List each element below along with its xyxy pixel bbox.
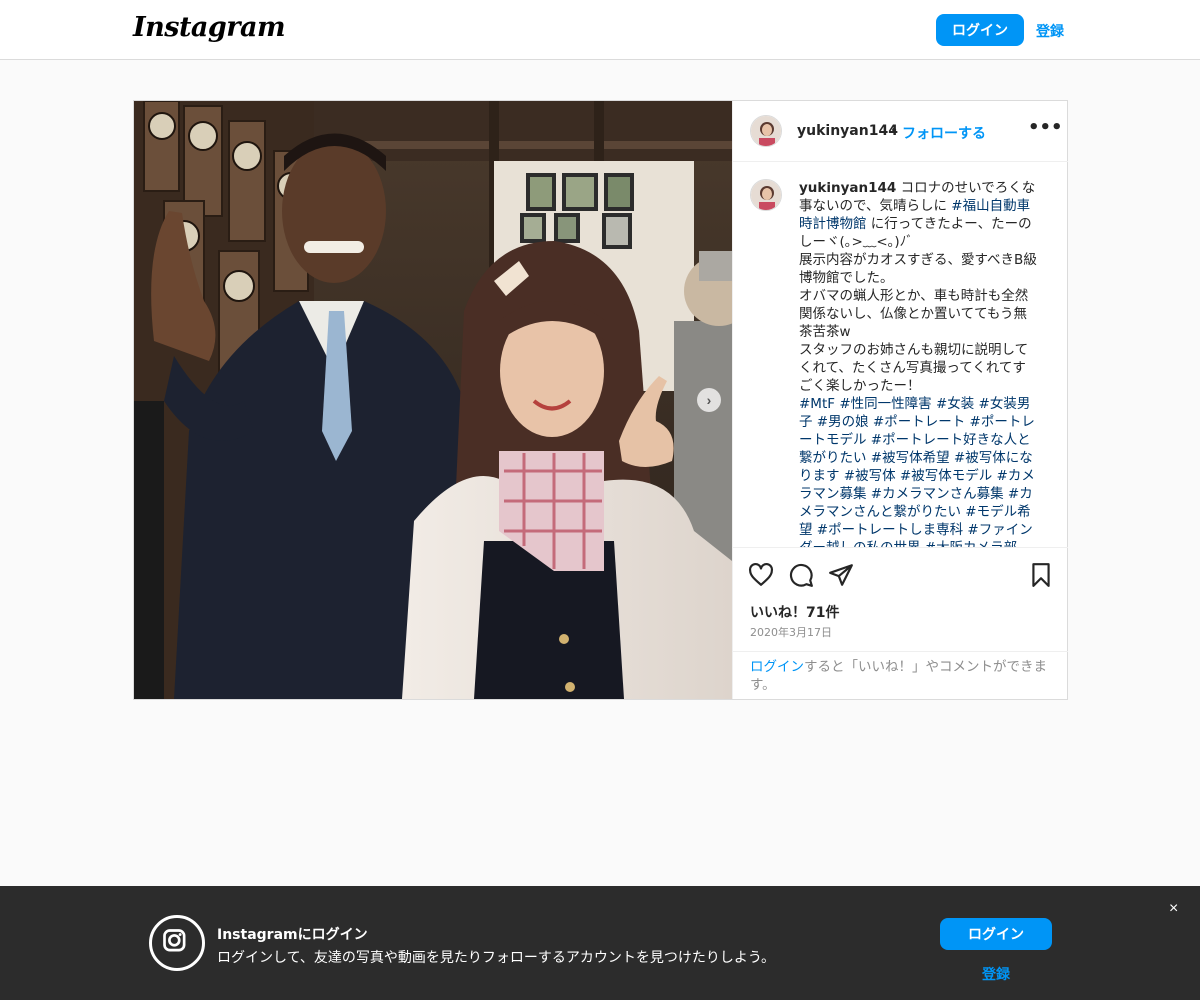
like-count[interactable]: いいね！71件 <box>750 602 839 622</box>
close-icon[interactable]: × <box>1169 900 1178 918</box>
next-photo-button[interactable]: › <box>697 388 721 412</box>
post-photo[interactable]: › <box>134 101 732 699</box>
hashtag-link[interactable]: #女装 <box>936 396 974 412</box>
avatar[interactable] <box>750 115 782 147</box>
nav-signup-link[interactable]: 登録 <box>1036 21 1064 41</box>
hashtag-link[interactable]: #性同一性障害 <box>839 396 931 412</box>
hashtag-link[interactable]: #ポートレートしま専科 <box>817 522 963 538</box>
login-hint-link[interactable]: ログイン <box>750 659 804 675</box>
follow-button[interactable]: フォローする <box>902 123 986 143</box>
top-nav: Instagram ログイン 登録 <box>0 0 1200 60</box>
instagram-logo[interactable]: Instagram <box>133 12 286 43</box>
avatar-image <box>751 180 781 210</box>
comment-icon[interactable] <box>788 562 814 588</box>
heart-icon[interactable] <box>748 562 774 588</box>
post-header: yukinyan144 • フォローする ••• <box>733 101 1068 162</box>
post-card: › yukinyan144 • フォローする ••• yukinyan144 コ… <box>133 100 1068 700</box>
instagram-icon <box>149 915 205 971</box>
hashtag-link[interactable]: #男の娘 <box>817 414 869 430</box>
share-icon[interactable] <box>828 562 854 588</box>
hashtag-link[interactable]: #MtF <box>799 396 835 412</box>
bookmark-icon[interactable] <box>1028 562 1054 588</box>
login-banner: Instagramにログイン ログインして、友達の写真や動画を見たりフォローする… <box>0 886 1200 1000</box>
more-options-icon[interactable]: ••• <box>1028 117 1063 138</box>
banner-description: ログインして、友達の写真や動画を見たりフォローするアカウントを見つけたりしよう。 <box>217 950 776 966</box>
post-sidebar: yukinyan144 • フォローする ••• yukinyan144 コロナ… <box>732 101 1068 699</box>
banner-login-button[interactable]: ログイン <box>940 918 1052 950</box>
caption-avatar[interactable] <box>750 179 782 211</box>
post-username[interactable]: yukinyan144 <box>797 123 898 139</box>
post-actions: いいね！71件 2020年3月17日 ログインすると「いいね！」やコメントができ… <box>733 547 1068 697</box>
banner-signup-link[interactable]: 登録 <box>982 964 1010 984</box>
hashtag-link[interactable]: #被写体希望 <box>871 450 950 466</box>
hashtag-link[interactable]: #被写体 <box>844 468 896 484</box>
caption-section: yukinyan144 コロナのせいでろくな事ないので、気晴らしに #福山自動車… <box>733 163 1068 547</box>
separator-dot: • <box>890 123 899 139</box>
login-hint: ログインすると「いいね！」やコメントができます。 <box>733 651 1068 694</box>
hashtag-link[interactable]: #被写体モデル <box>900 468 992 484</box>
banner-title: Instagramにログイン <box>217 927 368 943</box>
avatar-image <box>751 116 781 146</box>
post-date: 2020年3月17日 <box>750 626 832 639</box>
hashtag-link[interactable]: #大阪カメラ部 <box>925 540 1017 547</box>
post-photo-image <box>134 101 732 699</box>
caption-text: に行ってきたよー、たーのしーヾ(｡>﹏<｡)ﾉﾞ 展示内容がカオスすぎる、愛すべ… <box>799 216 1037 394</box>
post-caption: yukinyan144 コロナのせいでろくな事ないので、気晴らしに #福山自動車… <box>799 179 1039 547</box>
hashtag-link[interactable]: #ポートレート <box>873 414 965 430</box>
caption-username[interactable]: yukinyan144 <box>799 180 896 196</box>
nav-login-button[interactable]: ログイン <box>936 14 1024 46</box>
hashtag-link[interactable]: #カメラマンさん募集 <box>871 486 1004 502</box>
